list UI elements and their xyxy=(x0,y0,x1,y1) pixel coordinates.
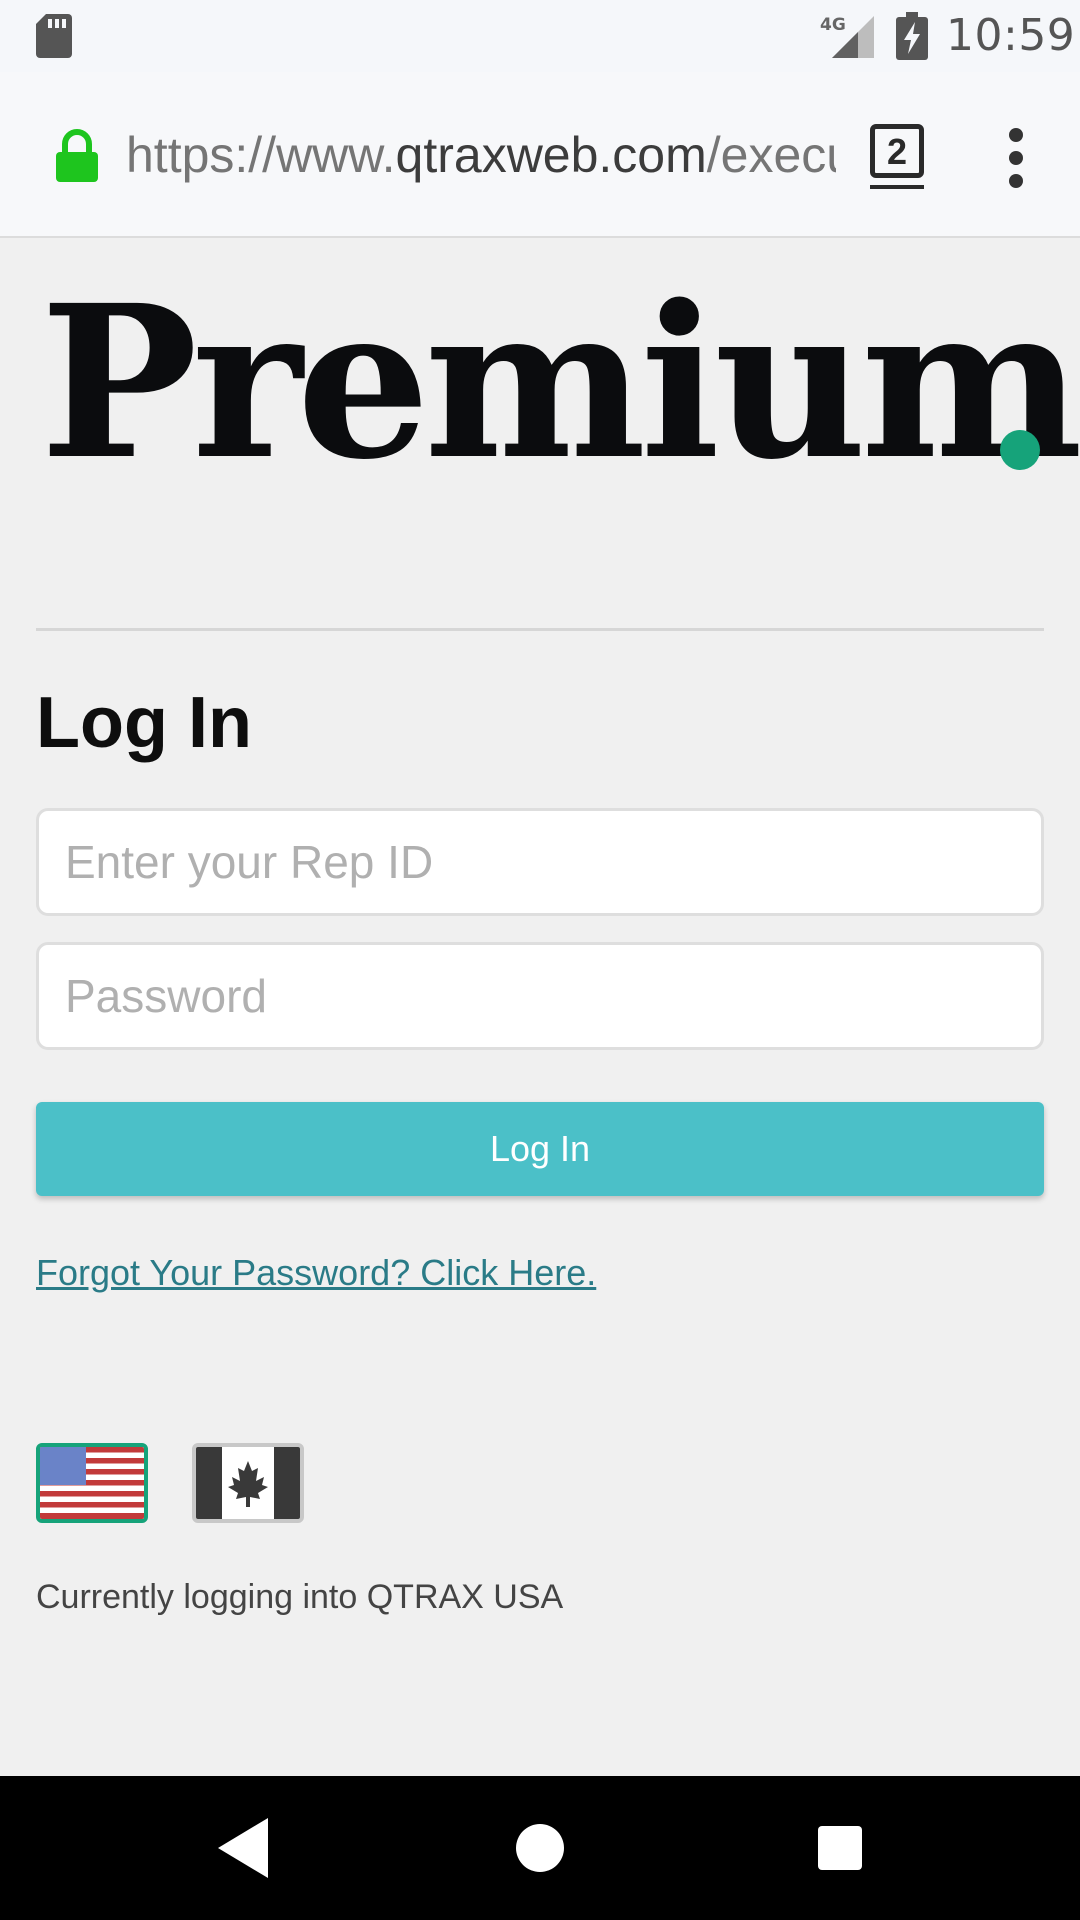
sd-card-icon xyxy=(36,14,72,58)
url-prefix: https://www. xyxy=(126,127,396,183)
browser-url-bar: https://www.qtraxweb.com/execu 2 xyxy=(0,72,1080,238)
network-type-label: 4G xyxy=(820,15,846,35)
us-flag-icon xyxy=(40,1447,144,1519)
canada-flag-button[interactable] xyxy=(192,1443,304,1523)
lock-icon[interactable] xyxy=(54,128,100,184)
login-button[interactable]: Log In xyxy=(36,1102,1044,1196)
home-icon[interactable] xyxy=(516,1824,564,1872)
navigation-bar xyxy=(0,1776,1080,1920)
us-flag-button[interactable] xyxy=(36,1443,148,1523)
canada-flag-icon xyxy=(196,1447,300,1519)
page-title: Log In xyxy=(36,683,252,763)
status-bar: 4G 10:59 xyxy=(0,0,1080,72)
tab-switcher-button[interactable]: 2 xyxy=(870,124,924,189)
divider xyxy=(36,628,1044,631)
forgot-password-link[interactable]: Forgot Your Password? Click Here. xyxy=(36,1252,596,1294)
signal-icon: 4G xyxy=(820,15,874,58)
password-input[interactable] xyxy=(36,942,1044,1050)
recent-apps-icon[interactable] xyxy=(818,1826,862,1870)
more-vert-icon[interactable] xyxy=(1004,128,1028,192)
url-domain: qtraxweb.com xyxy=(395,127,707,183)
battery-charging-icon xyxy=(896,12,928,60)
logo-dot xyxy=(1000,430,1040,470)
back-icon[interactable] xyxy=(218,1818,268,1878)
current-login-text: Currently logging into QTRAX USA xyxy=(36,1578,564,1616)
premium-logo: Premium xyxy=(40,259,1080,506)
status-time: 10:59 xyxy=(946,10,1076,61)
rep-id-input[interactable] xyxy=(36,808,1044,916)
url-field[interactable]: https://www.qtraxweb.com/execu xyxy=(126,126,836,190)
url-suffix: /execu xyxy=(706,127,836,183)
